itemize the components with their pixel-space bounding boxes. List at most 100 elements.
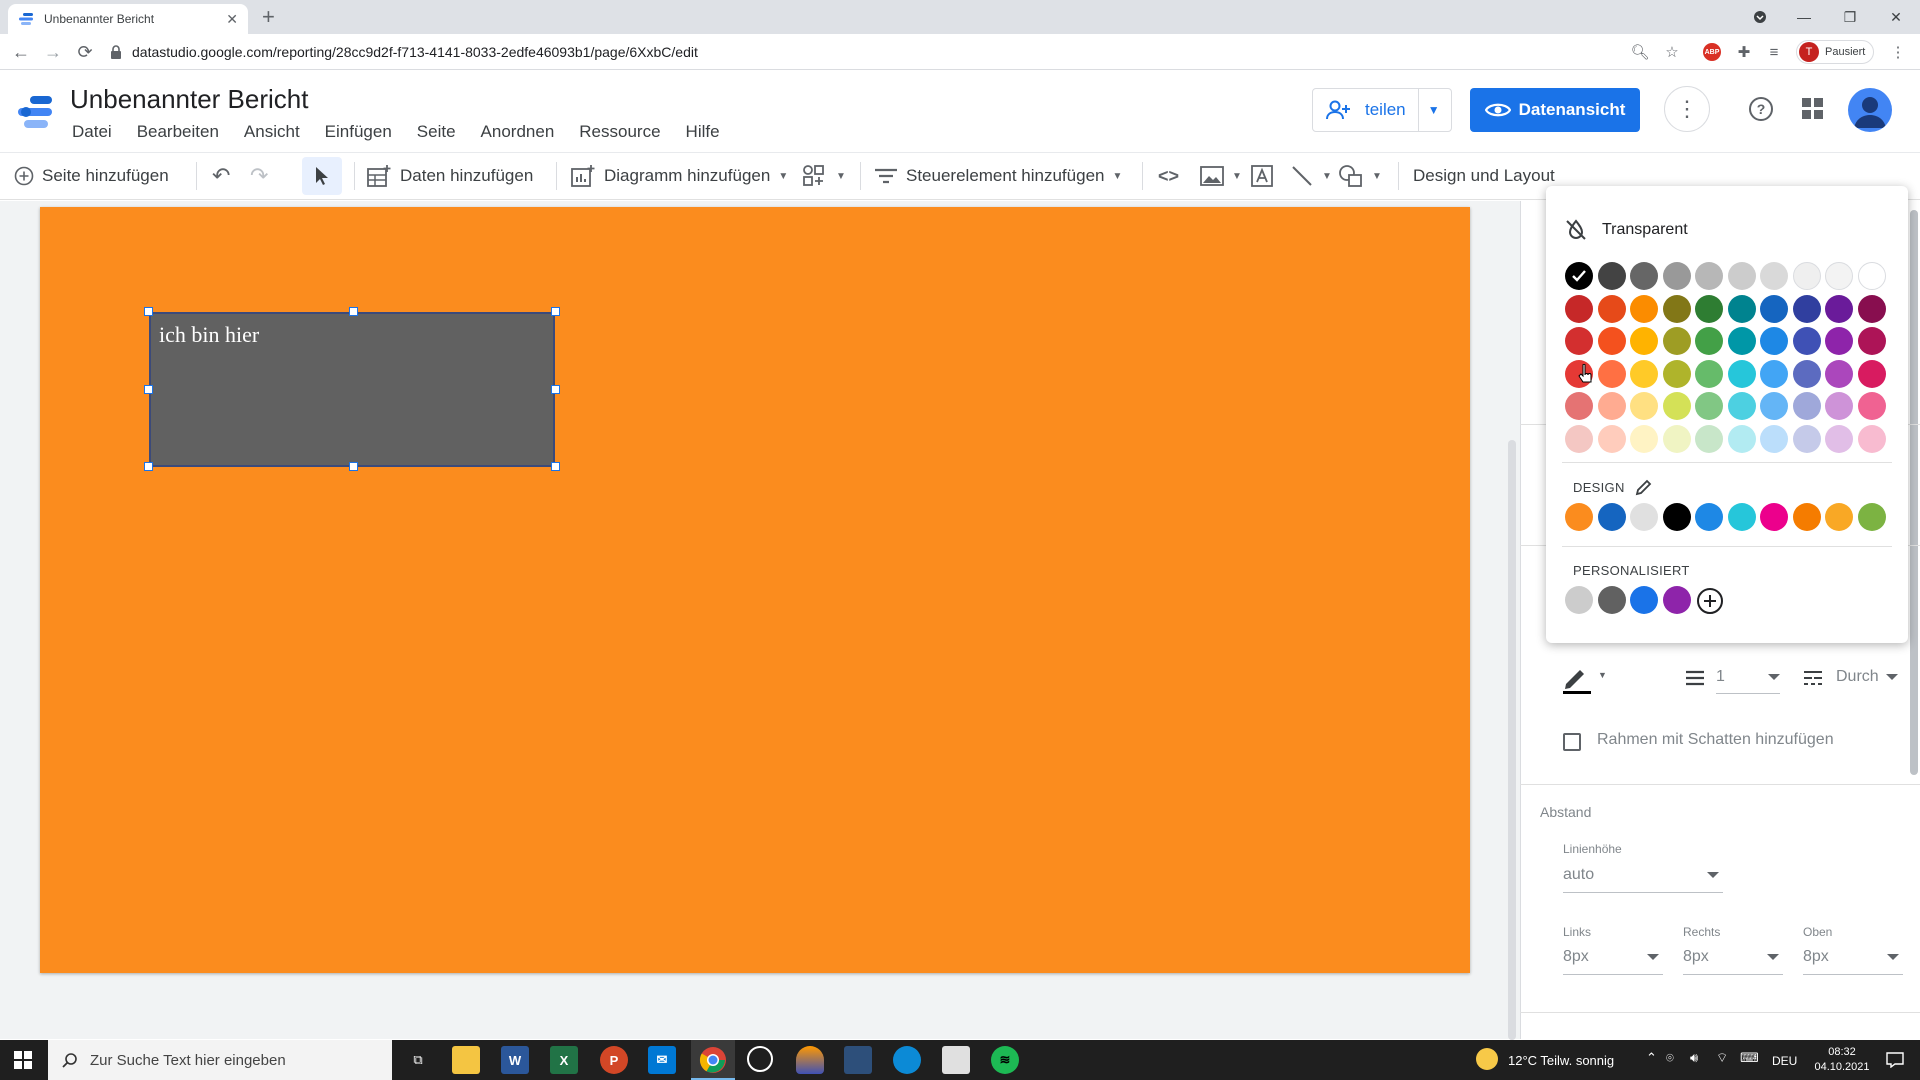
design-color-swatch[interactable]	[1857, 503, 1886, 531]
color-swatch[interactable]	[1662, 262, 1691, 290]
menu-ansicht[interactable]: Ansicht	[244, 122, 300, 142]
windows-start-icon[interactable]	[14, 1051, 32, 1069]
custom-color-swatch[interactable]	[1597, 586, 1626, 614]
mail-icon[interactable]: ✉	[648, 1046, 676, 1074]
resize-handle[interactable]	[144, 462, 153, 471]
border-color-button[interactable]: ▼	[1562, 664, 1607, 694]
border-weight-select[interactable]: 1	[1716, 666, 1780, 694]
resize-handle[interactable]	[349, 307, 358, 316]
color-swatch[interactable]	[1597, 424, 1626, 453]
color-swatch[interactable]	[1760, 424, 1788, 453]
color-swatch[interactable]	[1695, 392, 1723, 420]
spotify-icon[interactable]: ≋	[991, 1046, 1019, 1074]
design-color-swatch[interactable]	[1565, 503, 1593, 531]
color-swatch[interactable]	[1825, 294, 1853, 323]
color-swatch[interactable]	[1597, 359, 1626, 388]
design-color-swatch[interactable]	[1597, 503, 1626, 531]
custom-color-swatch[interactable]	[1630, 586, 1658, 614]
taskbar-search-box[interactable]: Zur Suche Text hier eingeben	[48, 1040, 392, 1080]
color-swatch[interactable]	[1727, 392, 1756, 420]
color-swatch[interactable]	[1630, 294, 1658, 323]
color-swatch[interactable]	[1727, 327, 1756, 355]
line-height-select[interactable]: auto	[1563, 864, 1723, 893]
add-data-button[interactable]: Daten hinzufügen	[366, 160, 533, 192]
url-field[interactable]: datastudio.google.com/reporting/28cc9d2f…	[110, 39, 698, 65]
resize-handle[interactable]	[349, 462, 358, 471]
color-swatch[interactable]	[1857, 294, 1886, 323]
menu-einfuegen[interactable]: Einfügen	[325, 122, 392, 142]
color-swatch[interactable]	[1792, 392, 1821, 420]
color-swatch[interactable]	[1760, 359, 1788, 388]
edit-pencil-icon[interactable]	[1635, 478, 1653, 496]
design-color-swatch[interactable]	[1662, 503, 1691, 531]
menu-anordnen[interactable]: Anordnen	[481, 122, 555, 142]
community-viz-button[interactable]: ▼	[802, 160, 846, 192]
custom-color-swatch[interactable]	[1565, 586, 1593, 614]
chrome-icon[interactable]	[699, 1046, 727, 1074]
apps-grid-icon[interactable]	[1802, 98, 1824, 120]
padding-right-select[interactable]: 8px	[1683, 946, 1783, 975]
network-icon[interactable]: ⌾	[1666, 1050, 1674, 1066]
help-icon[interactable]: ?	[1748, 96, 1774, 122]
obs-icon[interactable]	[747, 1046, 773, 1072]
keyboard-icon[interactable]: ⌨	[1740, 1050, 1759, 1066]
transparent-option[interactable]: Transparent	[1564, 218, 1688, 242]
color-swatch[interactable]	[1565, 392, 1593, 420]
color-swatch[interactable]	[1792, 424, 1821, 453]
border-style-select[interactable]: Durch	[1836, 666, 1898, 688]
close-window-icon[interactable]: ✕	[1876, 4, 1916, 30]
color-swatch[interactable]	[1760, 392, 1788, 420]
design-color-swatch[interactable]	[1630, 503, 1658, 531]
panel-scrollbar[interactable]	[1910, 210, 1918, 775]
new-tab-icon[interactable]: +	[262, 6, 275, 28]
text-box-content[interactable]: ich bin hier	[159, 322, 259, 348]
color-swatch[interactable]	[1727, 359, 1756, 388]
undo-icon[interactable]: ↶	[212, 160, 230, 192]
share-button[interactable]: teilen ▼	[1312, 88, 1452, 132]
add-chart-button[interactable]: Diagramm hinzufügen ▼	[570, 160, 788, 192]
share-dropdown-icon[interactable]: ▼	[1419, 103, 1449, 117]
color-swatch[interactable]	[1857, 327, 1886, 355]
color-swatch[interactable]	[1662, 294, 1691, 323]
color-swatch[interactable]	[1825, 392, 1853, 420]
color-swatch[interactable]	[1565, 327, 1593, 355]
weather-text[interactable]: 12°C Teilw. sonnig	[1508, 1053, 1614, 1068]
language-indicator[interactable]: DEU	[1772, 1054, 1797, 1068]
color-swatch[interactable]	[1597, 262, 1626, 290]
resize-handle[interactable]	[144, 307, 153, 316]
design-color-swatch[interactable]	[1792, 503, 1821, 531]
bookmark-star-icon[interactable]: ☆	[1662, 42, 1682, 62]
color-swatch[interactable]	[1630, 424, 1658, 453]
file-explorer-icon[interactable]	[452, 1046, 480, 1074]
select-tool-button[interactable]	[302, 157, 342, 195]
shadow-checkbox[interactable]	[1563, 733, 1581, 751]
word-icon[interactable]: W	[501, 1046, 529, 1074]
color-swatch[interactable]	[1857, 424, 1886, 453]
selected-text-box[interactable]: ich bin hier	[149, 312, 555, 467]
color-swatch[interactable]	[1597, 294, 1626, 323]
weather-icon[interactable]	[1476, 1048, 1498, 1070]
color-swatch[interactable]	[1630, 359, 1658, 388]
close-tab-icon[interactable]: ✕	[226, 11, 238, 28]
profile-chip[interactable]: T Pausiert	[1796, 40, 1875, 64]
color-swatch[interactable]	[1630, 262, 1658, 290]
volume-icon[interactable]: 🔊︎	[1690, 1050, 1698, 1066]
adblock-icon[interactable]: ABP	[1702, 42, 1722, 62]
view-mode-button[interactable]: Datenansicht	[1470, 88, 1640, 132]
color-swatch[interactable]	[1565, 424, 1593, 453]
color-swatch[interactable]	[1565, 294, 1593, 323]
edge-icon[interactable]	[893, 1046, 921, 1074]
custom-color-swatch[interactable]	[1662, 586, 1691, 614]
browser-menu-icon[interactable]: ⋮	[1888, 42, 1908, 62]
extensions-icon[interactable]: ✚	[1734, 42, 1754, 62]
notifications-icon[interactable]	[1886, 1052, 1904, 1068]
forward-icon[interactable]: →	[42, 41, 64, 63]
data-studio-logo[interactable]	[16, 92, 56, 132]
design-color-swatch[interactable]	[1727, 503, 1756, 531]
color-swatch[interactable]	[1825, 359, 1853, 388]
color-swatch[interactable]	[1825, 327, 1853, 355]
browser-tab[interactable]: Unbenannter Bericht ✕	[8, 4, 248, 34]
text-tool-button[interactable]	[1250, 160, 1274, 192]
padding-left-select[interactable]: 8px	[1563, 946, 1663, 975]
canvas-scrollbar[interactable]	[1508, 440, 1516, 1040]
